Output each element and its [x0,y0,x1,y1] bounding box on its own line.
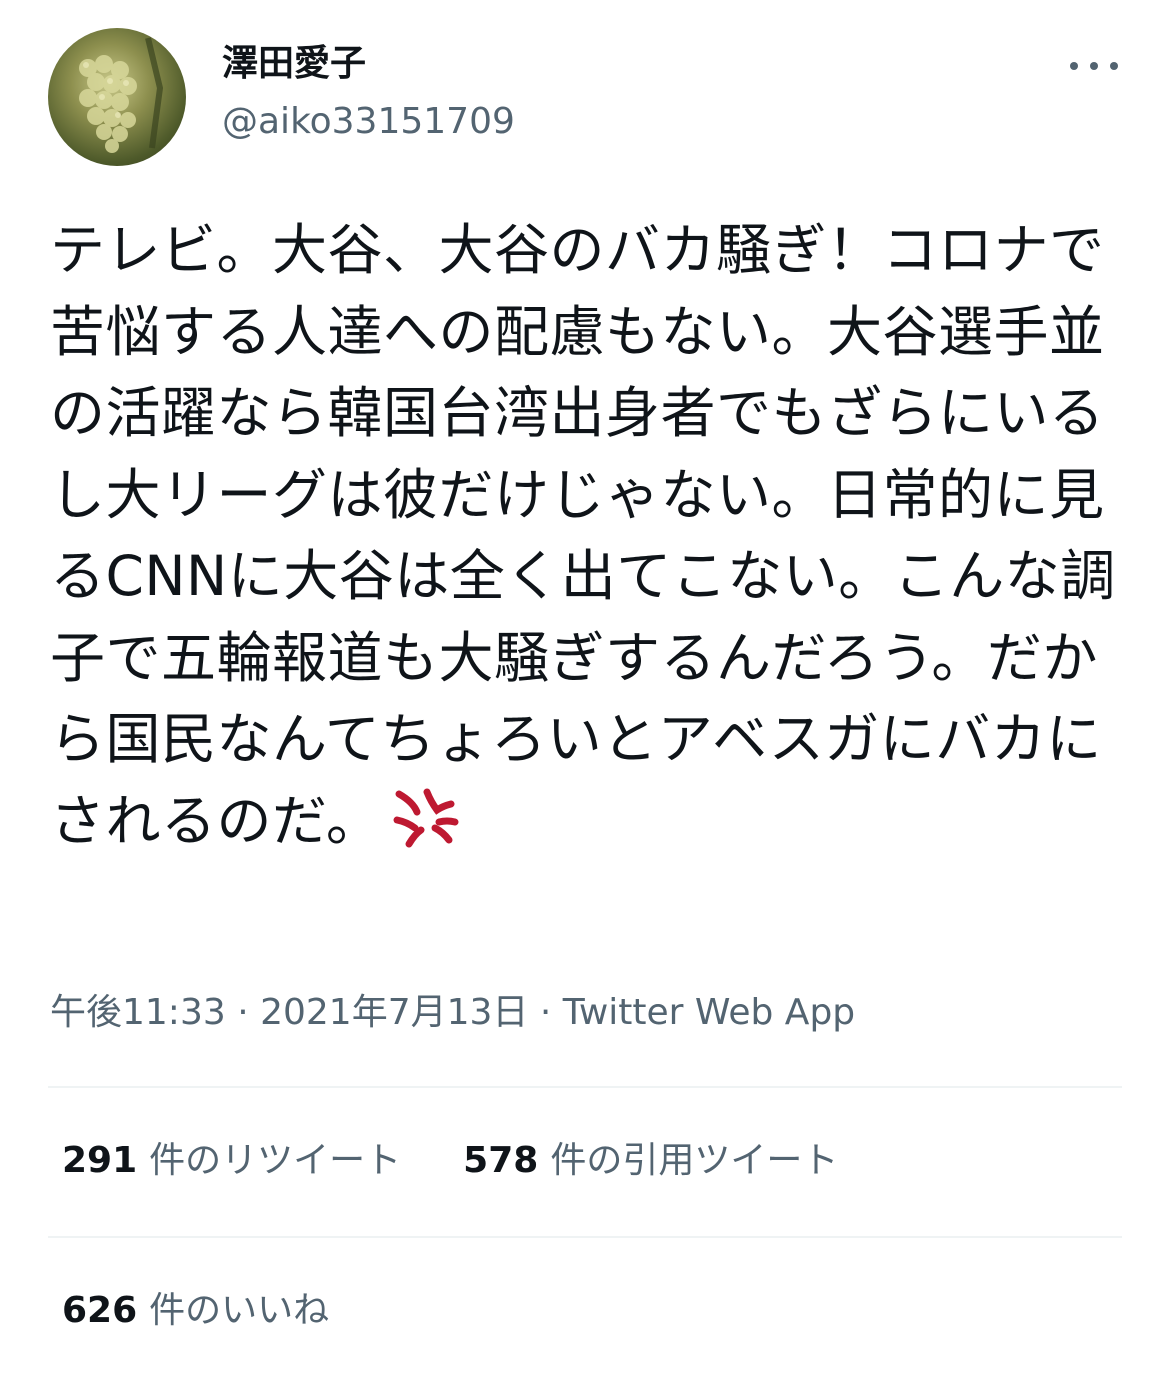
user-handle[interactable]: @aiko33151709 [222,100,515,144]
quote-count: 578 [463,1140,539,1181]
tweet-source[interactable]: Twitter Web App [563,992,855,1033]
display-name[interactable]: 澤田愛子 [222,42,366,86]
quote-tweets-stat[interactable]: 578 件の引用ツイート [463,1138,838,1184]
more-dot-icon [1070,62,1078,70]
more-dot-icon [1090,62,1098,70]
retweet-label: 件のリツイート [149,1140,402,1181]
like-label: 件のいいね [149,1290,330,1331]
divider [48,1236,1122,1238]
likes-row: 626 件のいいね [62,1288,391,1334]
anger-symbol-icon [393,788,459,847]
tweet-text: テレビ。大谷、大谷のバカ騒ぎ！コロナで苦悩する人達への配慮もない。大谷選手並の活… [50,210,1124,862]
tweet-meta: 午後11:33 · 2021年7月13日 · Twitter Web App [50,990,855,1036]
retweet-count: 291 [62,1140,138,1181]
retweets-stat[interactable]: 291 件のリツイート [62,1138,401,1184]
tweet-date[interactable]: 2021年7月13日 [260,992,528,1033]
tweet-body: テレビ。大谷、大谷のバカ騒ぎ！コロナで苦悩する人達への配慮もない。大谷選手並の活… [50,218,1116,853]
more-dot-icon [1110,62,1118,70]
tweet-time[interactable]: 午後11:33 [50,992,226,1033]
tweet-header: 澤田愛子 @aiko33151709 [48,28,1122,168]
stats-row: 291 件のリツイート 578 件の引用ツイート [62,1138,900,1184]
avatar[interactable] [48,28,186,166]
quote-label: 件の引用ツイート [550,1140,839,1181]
like-count: 626 [62,1290,138,1331]
grape-cluster-avatar [79,37,164,153]
likes-stat[interactable]: 626 件のいいね [62,1288,329,1334]
more-options-button[interactable] [1070,52,1118,80]
divider [48,1086,1122,1088]
meta-separator: · [528,992,563,1033]
meta-separator: · [225,992,261,1033]
